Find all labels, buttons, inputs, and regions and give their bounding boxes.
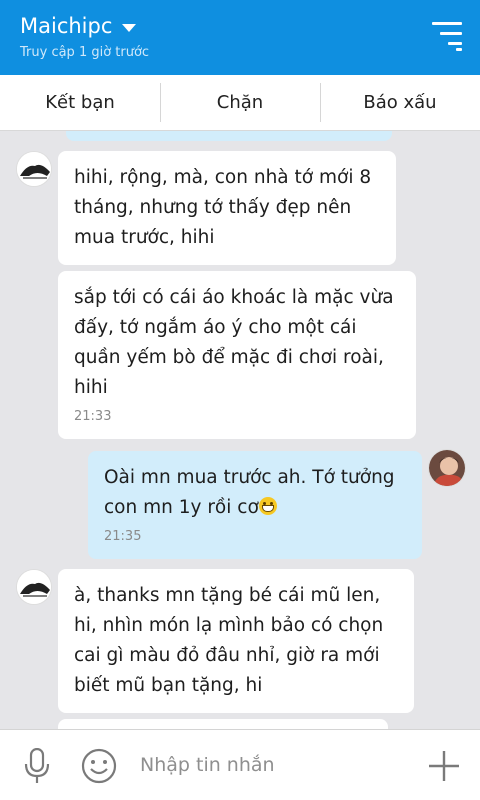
chat-header: Maichipc Truy cập 1 giờ trước [0,0,480,75]
message-time: 21:33 [74,409,112,424]
contact-name: Maichipc [20,14,113,38]
message-time: 21:35 [104,529,142,544]
contact-avatar[interactable] [16,569,52,605]
message-bubble[interactable]: hihi, rộng, mà, con nhà tớ mới 8 tháng, … [58,151,396,265]
message-text: Oài mn mua trước ah. Tớ tưởng con mn 1y … [104,467,395,518]
message-bubble[interactable]: sắp tới có cái áo khoác là mặc vừa đấy, … [58,271,416,439]
message-bubble-partial [58,719,388,729]
action-bar: Kết bạn Chặn Báo xấu [0,75,480,131]
last-seen-status: Truy cập 1 giờ trước [20,45,150,60]
chevron-down-icon [122,24,137,32]
message-bubble[interactable]: Oài mn mua trước ah. Tớ tưởng con mn 1y … [88,451,422,559]
contact-name-dropdown[interactable]: Maichipc [20,14,137,38]
emoji-icon[interactable] [80,747,118,785]
message-text: à, thanks mn tặng bé cái mũ len, hi, nhì… [74,585,384,696]
plus-icon[interactable] [428,750,460,782]
message-composer [0,729,480,800]
message-input[interactable] [140,750,410,780]
report-button[interactable]: Báo xấu [320,75,480,130]
microphone-icon[interactable] [22,747,52,784]
add-friend-button[interactable]: Kết bạn [0,75,160,130]
contact-avatar[interactable] [16,151,52,187]
my-avatar[interactable] [428,449,466,487]
menu-icon[interactable] [430,20,462,52]
message-bubble-partial [66,131,392,141]
message-list[interactable]: hihi, rộng, mà, con nhà tớ mới 8 tháng, … [0,131,480,729]
message-text: hihi, rộng, mà, con nhà tớ mới 8 tháng, … [74,167,372,248]
grinning-emoji-icon [258,497,277,515]
block-button[interactable]: Chặn [160,75,320,130]
message-text: sắp tới có cái áo khoác là mặc vừa đấy, … [74,287,394,398]
message-bubble[interactable]: à, thanks mn tặng bé cái mũ len, hi, nhì… [58,569,414,713]
